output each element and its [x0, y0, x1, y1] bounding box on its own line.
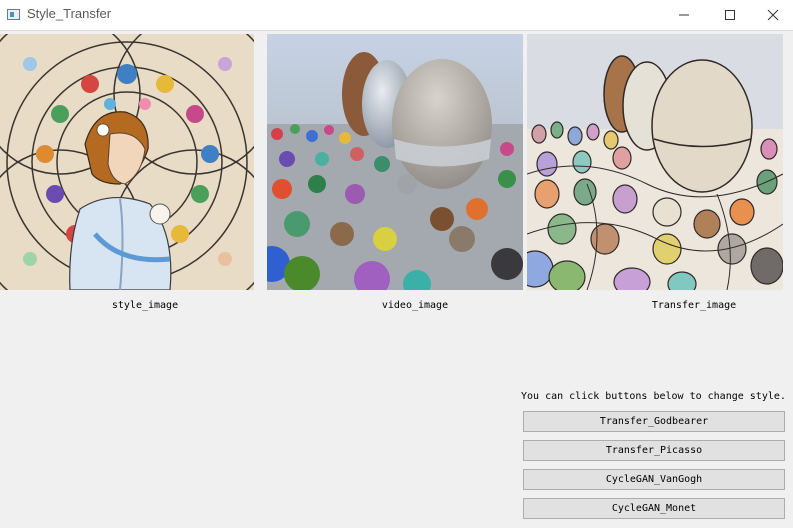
cyclegan-monet-button[interactable]: CycleGAN_Monet — [523, 498, 785, 519]
close-icon — [767, 9, 779, 21]
maximize-button[interactable] — [707, 0, 753, 30]
transfer-godbearer-button[interactable]: Transfer_Godbearer — [523, 411, 785, 432]
minimize-icon — [679, 14, 689, 16]
maximize-icon — [725, 10, 735, 20]
transfer-image-caption: Transfer_image — [651, 300, 737, 311]
close-button[interactable] — [750, 0, 793, 30]
app-window-icon — [7, 9, 20, 20]
minimize-button[interactable] — [661, 0, 707, 30]
transfer-picasso-button[interactable]: Transfer_Picasso — [523, 440, 785, 461]
style-image — [0, 34, 254, 290]
instruction-label: You can click buttons below to change st… — [521, 391, 786, 402]
cyclegan-vangogh-button[interactable]: CycleGAN_VanGogh — [523, 469, 785, 490]
transfer-image — [527, 34, 783, 290]
video-image — [267, 34, 523, 290]
style-image-caption: style_image — [111, 300, 179, 311]
title-bar: Style_Transfer — [0, 0, 793, 31]
video-image-caption: video_image — [381, 300, 449, 311]
window-title: Style_Transfer — [27, 6, 112, 21]
